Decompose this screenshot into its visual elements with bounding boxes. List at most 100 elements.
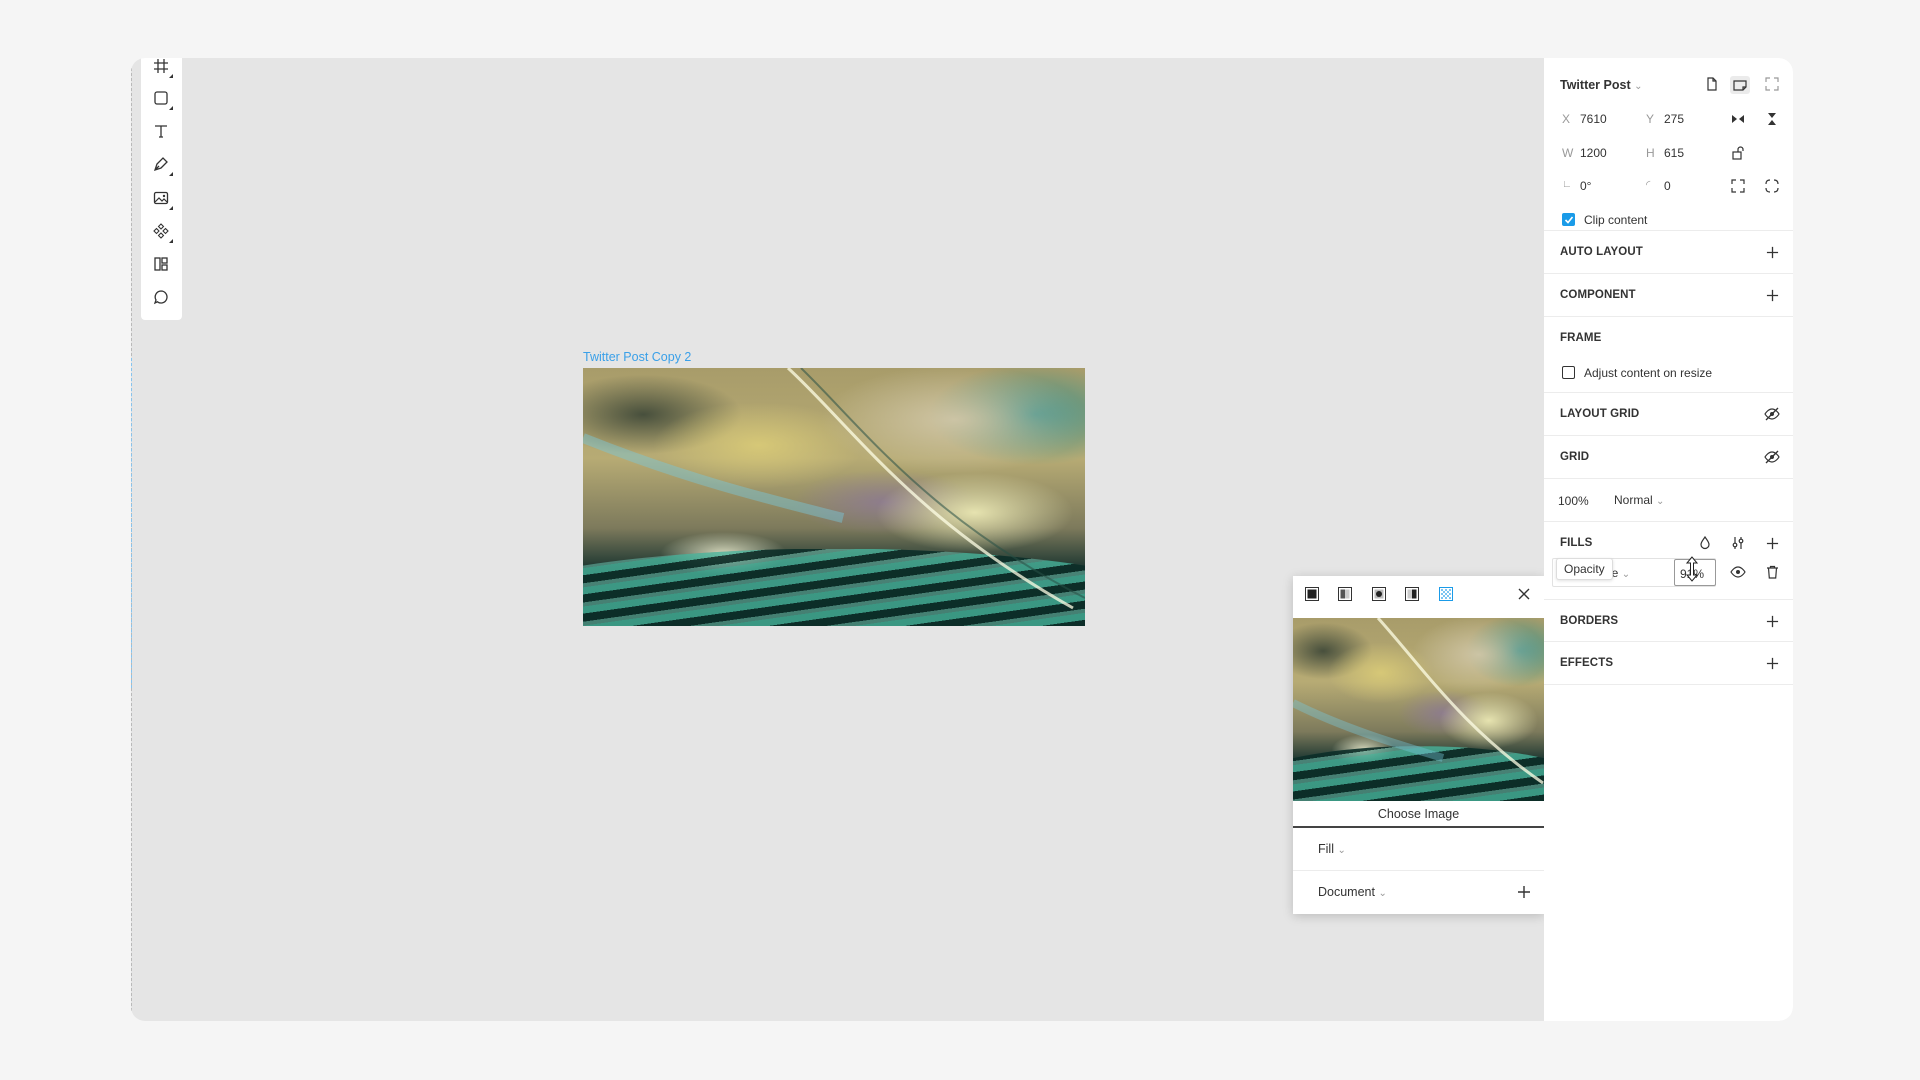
flip-vertical-icon [1768,113,1776,125]
clip-content-label: Clip content [1584,213,1648,227]
app-window: Twitter Post Copy 2 Choose Image Fill ⌄ … [131,58,1793,1021]
rectangle-tool-button[interactable] [147,84,175,112]
effects-title: EFFECTS [1560,657,1614,669]
toggle-layout-grid-button[interactable] [1764,406,1780,422]
frame-properties-section: Twitter Post ⌄ X 7610 Y 275 W 1200 H 615… [1544,58,1793,231]
landscape-page-icon [1733,80,1747,91]
comment-tool-button[interactable] [147,283,175,311]
create-component-button[interactable] [1764,287,1780,303]
fill-mode-radial-button[interactable] [1371,586,1387,602]
add-fill-button[interactable] [1764,535,1780,551]
fill-mode-angular-button[interactable] [1404,586,1420,602]
toggle-fill-visibility-button[interactable] [1730,564,1746,580]
text-tool-button[interactable] [147,117,175,145]
corner-radius-icon: ◜ [1646,179,1651,191]
y-position-input[interactable]: 275 [1664,112,1684,126]
component-tool-button[interactable] [147,217,175,245]
adjust-content-label: Adjust content on resize [1584,366,1713,380]
plus-icon [1518,886,1530,898]
adjustments-button[interactable] [1730,535,1746,551]
glass-streak-graphic [1293,618,1544,785]
fill-mode-linear-button[interactable] [1337,586,1353,602]
image-source-dropdown[interactable]: Document ⌄ [1318,885,1387,899]
plugins-icon [154,257,168,271]
layout-grid-title: LAYOUT GRID [1560,408,1640,420]
flip-horizontal-button[interactable] [1730,111,1746,127]
grid-title: GRID [1560,451,1590,463]
y-label: Y [1646,112,1655,126]
plugins-tool-button[interactable] [147,250,175,278]
smooth-corners-icon [1765,179,1779,193]
height-input[interactable]: 615 [1664,146,1684,160]
rotation-input[interactable]: 0° [1580,179,1591,193]
adjust-content-checkbox[interactable] [1562,366,1575,379]
chevron-down-icon: ⌄ [1634,81,1643,92]
blend-mode-dropdown[interactable]: Normal ⌄ [1614,493,1664,507]
scale-mode-dropdown[interactable]: Fill ⌄ [1318,842,1346,856]
borders-title: BORDERS [1560,615,1619,627]
fill-mode-image-button[interactable] [1438,586,1454,602]
frame-name-dropdown[interactable]: Twitter Post ⌄ [1560,78,1642,92]
plus-icon [1766,657,1778,669]
toggle-grid-button[interactable] [1764,449,1780,465]
width-input[interactable]: 1200 [1580,146,1607,160]
plus-icon [1766,537,1778,549]
design-panel: Twitter Post ⌄ X 7610 Y 275 W 1200 H 615… [1544,58,1793,1021]
expand-icon [1765,77,1779,91]
corner-radius-input[interactable]: 0 [1664,179,1671,193]
rectangle-icon [154,91,168,105]
close-icon [1518,588,1530,600]
frame-name-label[interactable]: Twitter Post Copy 2 [583,350,691,364]
constrain-proportions-button[interactable] [1730,145,1746,161]
image-preview[interactable] [1293,618,1544,801]
flip-vertical-button[interactable] [1764,111,1780,127]
angular-gradient-icon [1405,587,1419,601]
corner-smoothing-button[interactable] [1764,178,1780,194]
chevron-down-icon: ⌄ [1337,845,1346,856]
layer-opacity-input[interactable]: 100% [1558,494,1589,508]
resize-vertical-cursor-icon [1686,556,1698,582]
image-source-value: Document [1318,885,1375,899]
fills-title: FILLS [1560,537,1593,549]
clip-content-checkbox[interactable] [1562,213,1575,226]
add-border-button[interactable] [1764,613,1780,629]
close-popup-button[interactable] [1516,586,1532,602]
chevron-down-icon: ⌄ [1656,496,1665,507]
page-icon [1707,77,1717,91]
auto-layout-section: AUTO LAYOUT [1544,231,1793,274]
remove-fill-button[interactable] [1764,564,1780,580]
pen-icon [153,157,168,172]
unlock-icon [1732,146,1744,160]
plus-icon [1766,615,1778,627]
pen-tool-button[interactable] [147,150,175,178]
resize-to-fit-button[interactable] [1764,76,1780,92]
scale-mode-row: Fill ⌄ [1293,828,1544,871]
solid-fill-icon [1305,587,1319,601]
independent-corners-button[interactable] [1730,178,1746,194]
component-title: COMPONENT [1560,289,1636,301]
trash-icon [1766,565,1778,579]
landscape-orientation-button[interactable] [1730,76,1750,94]
add-auto-layout-button[interactable] [1764,244,1780,260]
image-tool-button[interactable] [147,184,175,212]
add-effect-button[interactable] [1764,655,1780,671]
fill-mode-fill-button[interactable] [1304,586,1320,602]
component-section: COMPONENT [1544,274,1793,317]
styles-button[interactable] [1697,535,1713,551]
frame-section: FRAME Adjust content on resize [1544,317,1793,393]
text-icon [155,125,167,138]
portrait-orientation-button[interactable] [1704,76,1720,92]
x-position-input[interactable]: 7610 [1580,112,1607,126]
fill-opacity-input[interactable]: 91% [1674,556,1716,586]
fill-settings-popup: Choose Image Fill ⌄ Document ⌄ [1293,576,1544,914]
eye-icon [1730,566,1746,578]
chevron-down-icon: ⌄ [1621,569,1631,580]
eye-hidden-icon [1764,450,1780,464]
add-image-button[interactable] [1516,884,1532,900]
flip-horizontal-icon [1732,115,1744,123]
drop-icon [1700,536,1710,550]
frame-tool-button[interactable] [147,58,175,80]
frame-image-fill[interactable] [583,368,1085,626]
choose-image-button[interactable]: Choose Image [1293,802,1544,828]
frame-icon [154,59,168,73]
